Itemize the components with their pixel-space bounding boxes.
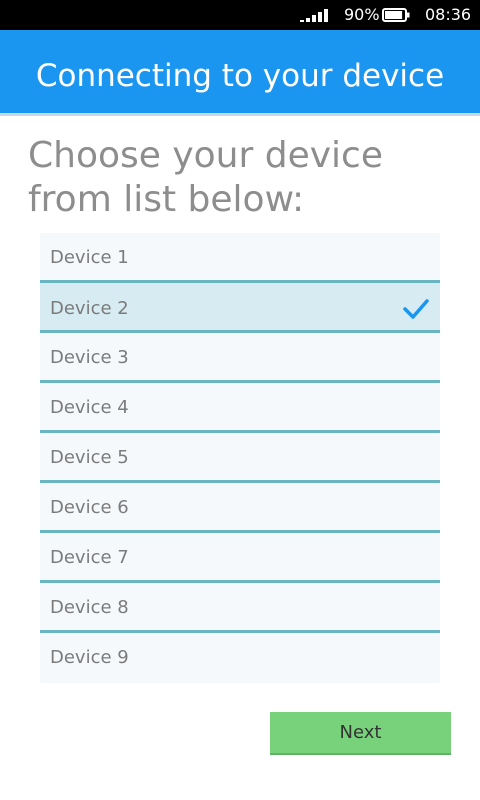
page-title: Connecting to your device [35, 58, 445, 94]
device-label: Device 9 [50, 647, 129, 668]
device-list-item[interactable]: Device 7 [40, 533, 440, 583]
device-list-item[interactable]: Device 3 [40, 333, 440, 383]
device-list-item-selected[interactable]: Device 2 [40, 280, 440, 333]
app-header: Connecting to your device [0, 30, 480, 116]
device-label: Device 2 [50, 298, 129, 319]
device-list-item[interactable]: Device 1 [40, 233, 440, 283]
device-label: Device 6 [50, 497, 129, 518]
clock: 08:36 [425, 5, 472, 24]
device-list-item[interactable]: Device 6 [40, 483, 440, 533]
device-label: Device 7 [50, 547, 129, 568]
battery-percent: 90% [344, 5, 380, 24]
device-label: Device 1 [50, 247, 129, 268]
device-list-item[interactable]: Device 5 [40, 433, 440, 483]
device-list-item[interactable]: Device 8 [40, 583, 440, 633]
device-list-item[interactable]: Device 4 [40, 383, 440, 433]
next-button[interactable]: Next [270, 712, 451, 753]
status-bar: 90% 08:36 [0, 0, 480, 30]
device-label: Device 3 [50, 347, 129, 368]
device-label: Device 8 [50, 597, 129, 618]
battery-icon [382, 8, 410, 22]
checkmark-icon [403, 299, 429, 319]
signal-strength-icon [300, 9, 334, 22]
device-label: Device 4 [50, 397, 129, 418]
device-list-item[interactable]: Device 9 [40, 633, 440, 683]
device-list: Device 1 Device 2 Device 3 Device 4 Devi… [40, 233, 440, 683]
instruction-text: Choose your device from list below: [28, 135, 383, 220]
device-label: Device 5 [50, 447, 129, 468]
